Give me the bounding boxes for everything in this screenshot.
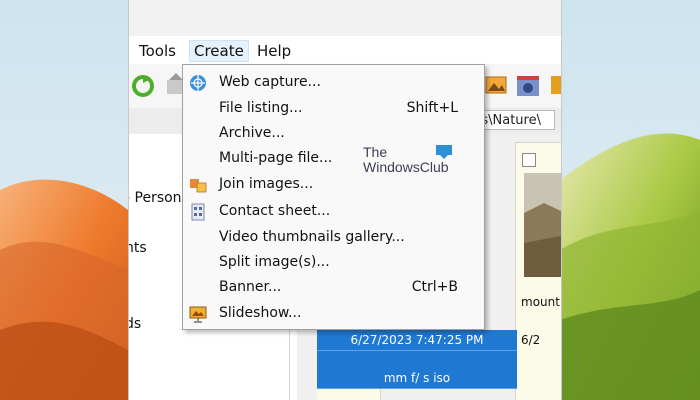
menu-item-label: File listing... <box>219 100 303 116</box>
date-cell: 6/27/2023 7:47:25 PM <box>317 330 517 351</box>
shortcut-label: Ctrl+B <box>411 279 458 295</box>
menu-item-label: Archive... <box>219 125 285 141</box>
name-cell: mount <box>521 292 561 312</box>
watermark-logo-icon <box>436 144 452 159</box>
menu-item-split-images[interactable]: Split image(s)... <box>183 251 484 275</box>
menu-help[interactable]: Help <box>253 41 295 61</box>
shortcut-label: Shift+L <box>406 100 458 116</box>
path-text: rs\Nature\ <box>476 113 541 128</box>
menu-item-label: Slideshow... <box>219 305 302 321</box>
image-edit-icon[interactable] <box>485 74 507 96</box>
menu-item-label: Banner... <box>219 279 282 295</box>
title-bar <box>129 0 561 36</box>
tree-item[interactable]: - Person <box>129 190 182 206</box>
thumbnail-card[interactable] <box>515 142 561 400</box>
refresh-icon[interactable] <box>131 74 155 98</box>
menu-item-file-listing[interactable]: File listing... Shift+L <box>183 97 484 121</box>
menu-item-contact-sheet[interactable]: Contact sheet... <box>183 200 484 224</box>
web-capture-icon <box>189 74 207 92</box>
menu-item-label: Video thumbnails gallery... <box>219 229 405 245</box>
watermark-line: WindowsClub <box>363 159 449 175</box>
menu-create[interactable]: Create <box>189 40 249 62</box>
menu-item-slideshow[interactable]: Slideshow... <box>183 302 484 326</box>
menu-item-join-images[interactable]: Join images... <box>183 173 484 197</box>
menu-item-video-thumbnails-gallery[interactable]: Video thumbnails gallery... <box>183 226 484 250</box>
tree-item[interactable]: nts <box>129 240 147 256</box>
menu-item-banner[interactable]: Banner... Ctrl+B <box>183 276 484 300</box>
join-images-icon <box>189 176 207 194</box>
thumbnail-image <box>524 173 561 277</box>
select-checkbox[interactable] <box>522 153 536 167</box>
contact-sheet-icon <box>189 203 207 221</box>
menu-tools[interactable]: Tools <box>135 41 180 61</box>
slideshow-icon <box>189 305 207 323</box>
menu-bar: Tools Create Help <box>129 36 561 65</box>
menu-item-label: Split image(s)... <box>219 254 330 270</box>
menu-item-archive[interactable]: Archive... <box>183 122 484 146</box>
tree-item[interactable]: ds <box>129 316 141 332</box>
toolbar-extra-icon[interactable] <box>549 74 561 96</box>
capture-icon[interactable] <box>515 74 541 98</box>
menu-item-web-capture[interactable]: Web capture... <box>183 71 484 95</box>
menu-item-label: Multi-page file... <box>219 150 333 166</box>
menu-item-label: Contact sheet... <box>219 203 331 219</box>
exif-cell: mm f/ s iso <box>317 368 517 389</box>
date-cell-2: 6/2 <box>521 330 561 350</box>
menu-item-label: Join images... <box>219 176 314 192</box>
menu-item-label: Web capture... <box>219 74 321 90</box>
create-menu: Web capture... File listing... Shift+L A… <box>182 64 485 330</box>
